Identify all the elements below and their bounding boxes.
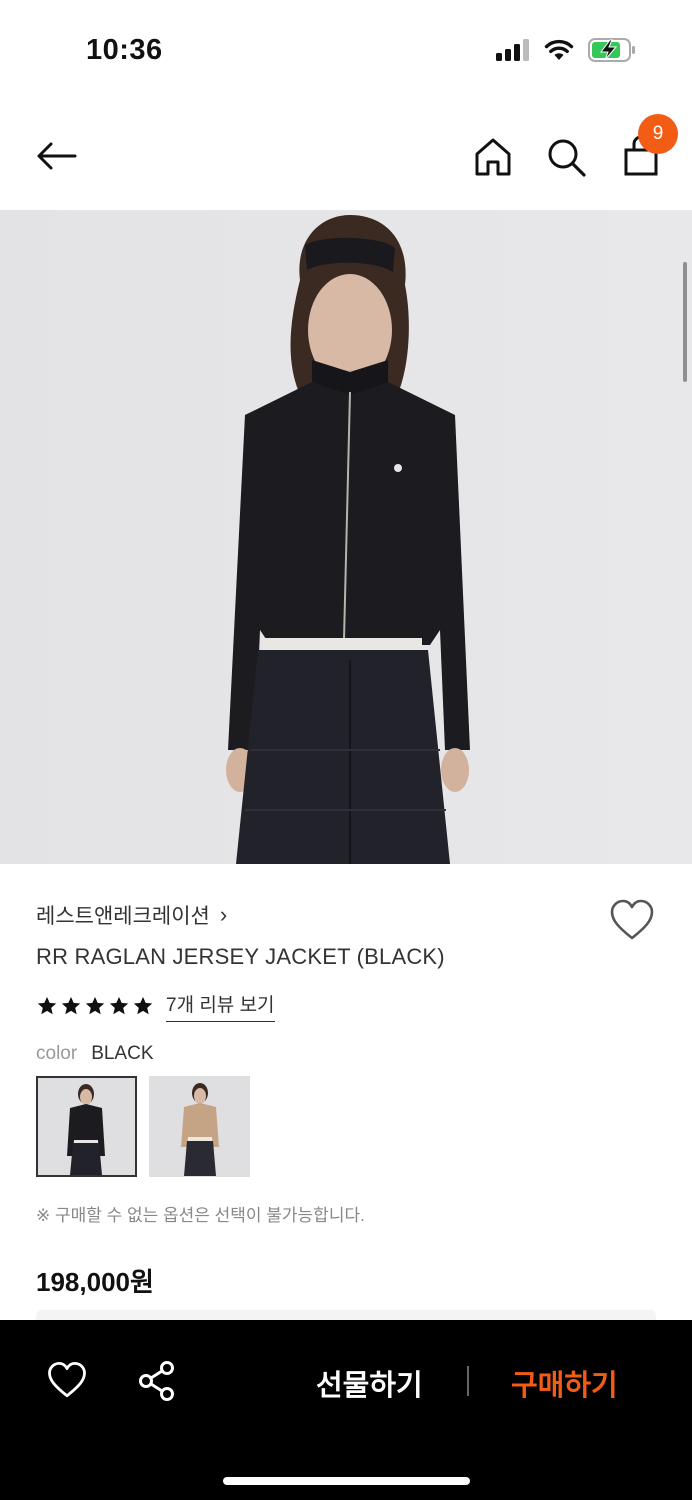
wishlist-button[interactable] — [608, 898, 656, 942]
heart-icon — [48, 1361, 86, 1398]
status-time: 10:36 — [86, 34, 163, 66]
model-photo — [0, 210, 692, 864]
brand-name: 레스트앤레크레이션 — [36, 905, 210, 928]
heart-icon — [610, 899, 654, 940]
rating-row: 7개 리뷰 보기 — [36, 990, 275, 1022]
bottom-wishlist-button[interactable] — [46, 1360, 88, 1400]
brand-link[interactable]: 레스트앤레크레이션 › — [36, 900, 227, 930]
wifi-icon — [544, 39, 574, 60]
back-button[interactable] — [30, 134, 82, 178]
button-divider — [467, 1366, 469, 1396]
bottom-action-bar: 선물하기 구매하기 — [0, 1320, 692, 1500]
star-icon — [109, 996, 129, 1015]
product-title: RR RAGLAN JERSEY JACKET (BLACK) — [36, 944, 445, 969]
share-icon — [139, 1361, 174, 1401]
image-scroll-indicator — [683, 262, 687, 382]
search-button[interactable] — [543, 134, 589, 180]
product-image[interactable] — [0, 210, 692, 864]
swatch-beige[interactable] — [149, 1076, 250, 1177]
buy-button[interactable]: 구매하기 — [511, 1362, 618, 1404]
review-link[interactable]: 7개 리뷰 보기 — [166, 990, 275, 1022]
swatch-black-thumbnail — [38, 1078, 135, 1175]
status-bar: 10:36 — [0, 0, 692, 100]
color-label: color — [36, 1043, 78, 1064]
home-indicator[interactable] — [223, 1477, 470, 1485]
share-button[interactable] — [136, 1360, 178, 1402]
swatch-beige-thumbnail — [150, 1077, 249, 1176]
cart-count-badge: 9 — [638, 114, 678, 154]
star-icon — [133, 996, 153, 1015]
star-icon — [61, 996, 81, 1015]
home-icon — [475, 138, 511, 176]
product-price: 198,000원 — [36, 1267, 154, 1297]
swatch-black[interactable] — [36, 1076, 137, 1177]
back-arrow-icon — [37, 142, 77, 170]
chevron-right-icon: › — [219, 902, 228, 927]
star-icon — [85, 996, 105, 1015]
status-icons — [496, 38, 636, 62]
color-swatches — [36, 1076, 250, 1177]
battery-charging-icon — [588, 38, 635, 62]
top-navigation — [0, 100, 692, 210]
color-value: BLACK — [91, 1043, 154, 1064]
gift-button[interactable]: 선물하기 — [316, 1362, 423, 1404]
cellular-signal-icon — [496, 39, 529, 61]
color-row: color BLACK — [36, 1043, 154, 1065]
option-notice: ※ 구매할 수 없는 옵션은 선택이 불가능합니다. — [36, 1206, 365, 1225]
star-icon — [37, 996, 57, 1015]
home-button[interactable] — [470, 134, 516, 180]
search-icon — [548, 139, 586, 177]
rating-stars — [36, 995, 154, 1017]
